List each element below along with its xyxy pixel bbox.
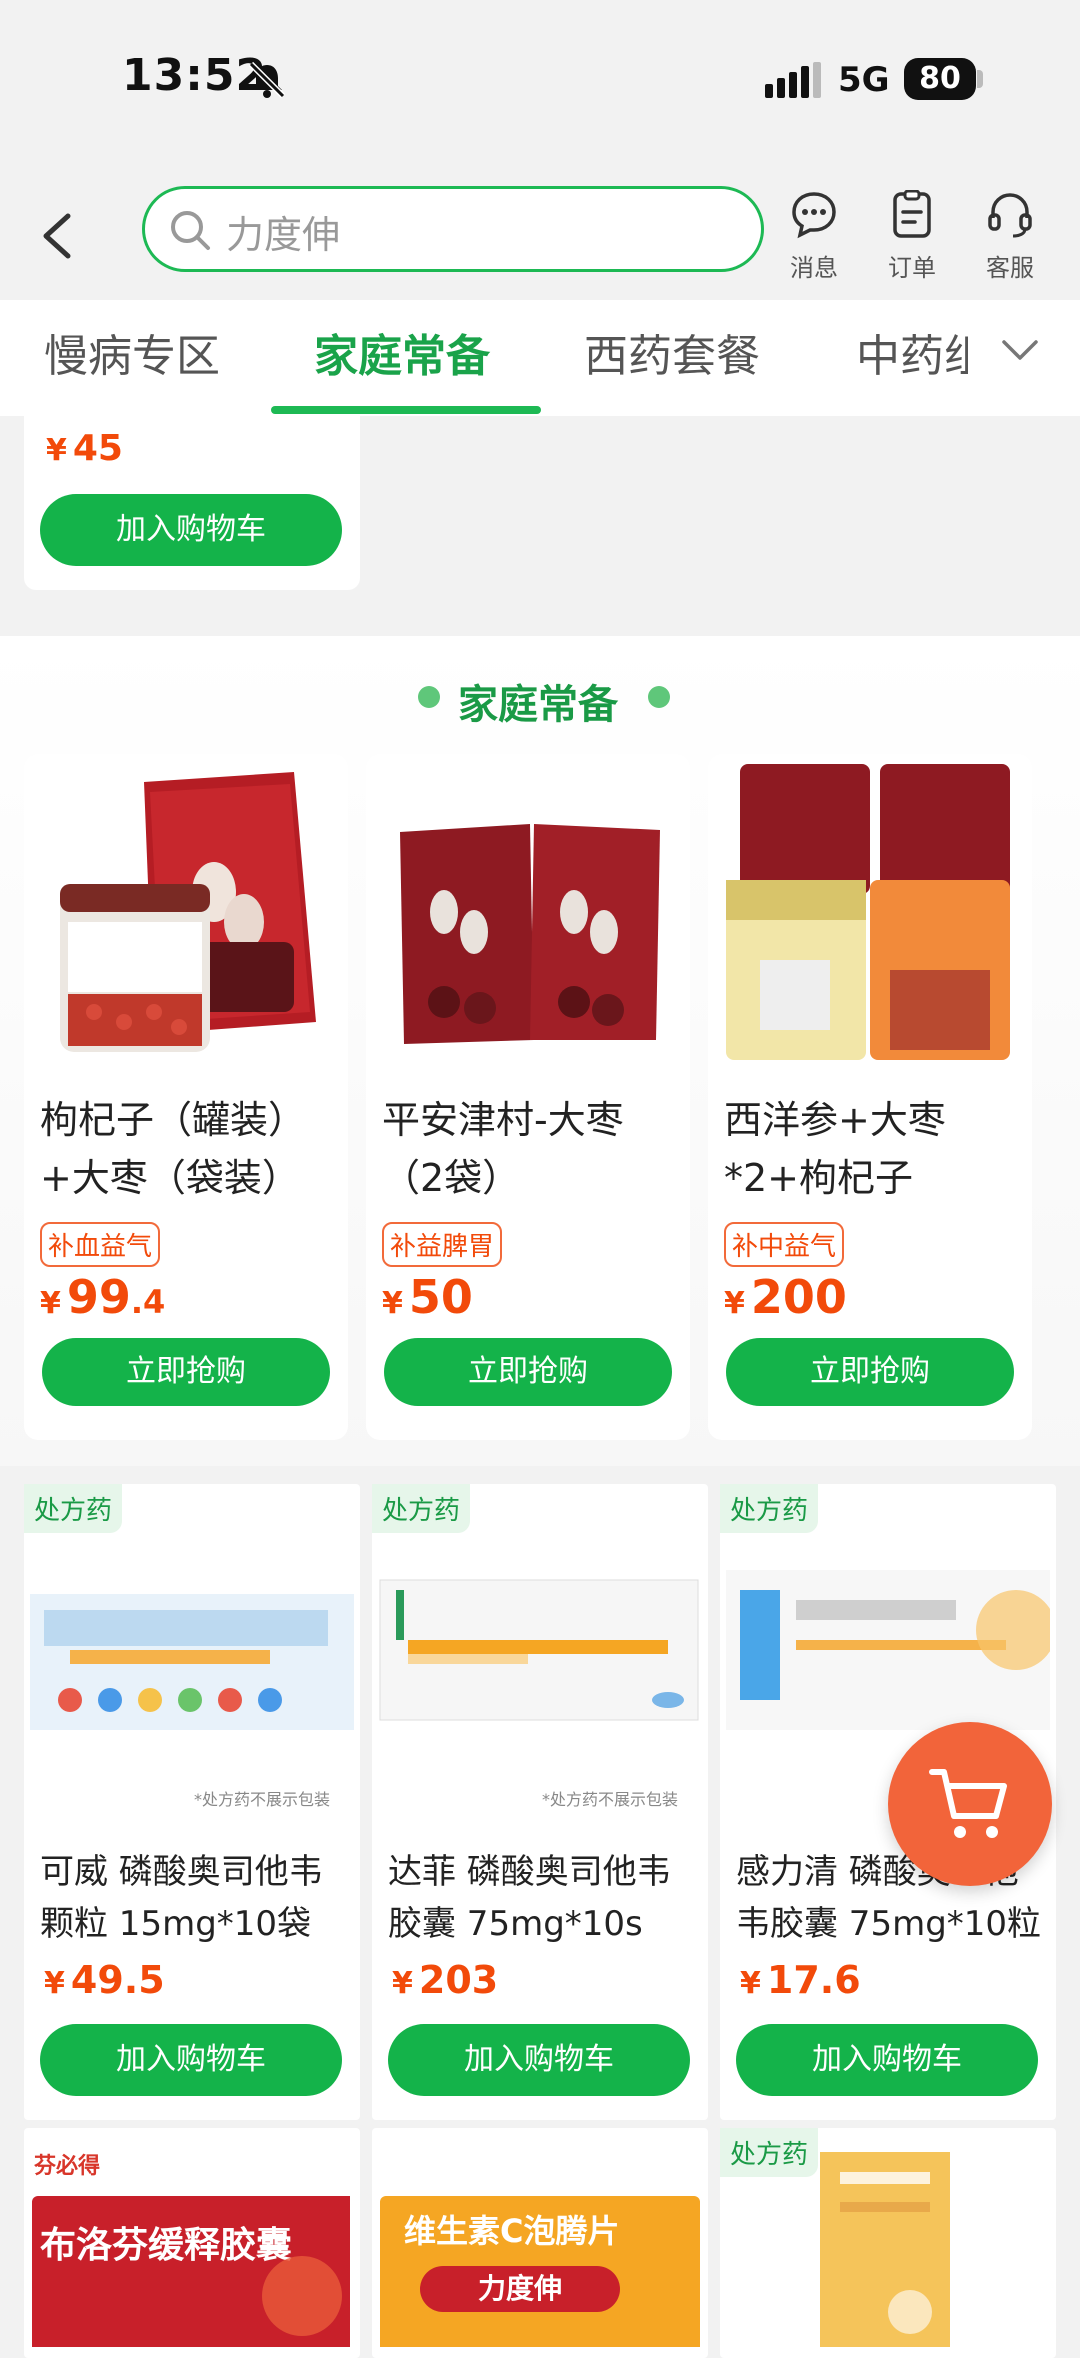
tamiflu-product-image xyxy=(379,1579,699,1721)
currency-symbol: ¥ xyxy=(44,1966,65,2001)
prescription-badge: 处方药 xyxy=(720,2128,819,2177)
ibuprofen-graphic xyxy=(262,2256,342,2336)
battery-level: 80 xyxy=(904,58,976,100)
product-name-line1: 可威 磷酸奥司他韦 xyxy=(40,1852,323,1892)
ibuprofen-product-image: 布洛芬缓释胶囊 xyxy=(32,2196,350,2347)
chevron-down-icon[interactable] xyxy=(1000,330,1040,370)
featured-title-line1: 平安津村-大枣 xyxy=(382,1098,624,1142)
tab-chinese-medicine[interactable]: 中药组 xyxy=(856,320,968,384)
kewei-product-image xyxy=(30,1554,354,1730)
order-list-icon xyxy=(893,189,931,238)
section-title: 家庭常备 xyxy=(458,682,618,728)
currency-symbol: ¥ xyxy=(392,1966,413,2001)
messages-button[interactable]: 消息 xyxy=(769,190,859,283)
currency-symbol: ¥ xyxy=(46,433,67,468)
signal-icon xyxy=(765,62,821,98)
service-label: 客服 xyxy=(986,254,1034,282)
add-to-cart-button[interactable]: 加入购物车 xyxy=(388,2024,690,2096)
tab-family-essentials[interactable]: 家庭常备 xyxy=(314,320,490,384)
buy-now-button[interactable]: 立即抢购 xyxy=(726,1338,1014,1406)
currency-symbol: ¥ xyxy=(40,1286,61,1321)
ibuprofen-brand: 芬必得 xyxy=(34,2154,101,2179)
price-value: 203 xyxy=(418,1958,499,2002)
featured-price: ¥99.4 xyxy=(40,1270,165,1324)
floating-cart-button[interactable] xyxy=(888,1722,1052,1886)
benefit-tag: 补益脾胃 xyxy=(382,1222,503,1267)
section-title-dot-right xyxy=(648,686,670,708)
buy-now-button[interactable]: 立即抢购 xyxy=(42,1338,330,1406)
prescription-badge: 处方药 xyxy=(720,1484,819,1533)
add-to-cart-button[interactable]: 加入购物车 xyxy=(40,494,342,566)
product-price: ¥45 xyxy=(46,428,123,469)
price-value: 45 xyxy=(72,428,123,469)
price-value: 17.6 xyxy=(766,1958,861,2002)
orders-label: 订单 xyxy=(888,254,936,282)
benefit-tag: 补中益气 xyxy=(724,1222,845,1267)
price-integer: 50 xyxy=(408,1270,473,1324)
product-price: ¥49.5 xyxy=(44,1958,165,2002)
price-integer: 200 xyxy=(750,1270,847,1324)
featured-price: ¥50 xyxy=(382,1270,473,1324)
vitamin-c-product-image: 维生素C泡腾片 力度伸 xyxy=(380,2196,700,2347)
network-type: 5G xyxy=(838,60,890,100)
prescription-badge: 处方药 xyxy=(372,1484,471,1533)
headset-icon xyxy=(988,193,1032,238)
benefit-tag: 补血益气 xyxy=(40,1222,161,1267)
vitamin-c-brand: 力度伸 xyxy=(420,2266,620,2312)
active-tab-indicator xyxy=(271,406,541,414)
tab-western-medicine-set[interactable]: 西药套餐 xyxy=(584,320,760,384)
status-time: 13:52 xyxy=(122,50,268,101)
featured-title-line2: （2袋） xyxy=(382,1156,521,1200)
currency-symbol: ¥ xyxy=(382,1286,403,1321)
bell-muted-icon xyxy=(248,61,286,99)
add-to-cart-button[interactable]: 加入购物车 xyxy=(40,2024,342,2096)
currency-symbol: ¥ xyxy=(740,1966,761,2001)
price-value: 49.5 xyxy=(70,1958,165,2002)
product-name-line1: 达菲 磷酸奥司他韦 xyxy=(388,1852,671,1892)
product-name-line2: 颗粒 15mg*10袋 xyxy=(40,1904,312,1944)
featured-title-line1: 枸杞子（罐装） xyxy=(40,1098,307,1142)
battery-tip xyxy=(977,70,983,88)
goji-jujube-product-image xyxy=(60,772,316,1052)
shopping-cart-icon xyxy=(929,1769,1007,1838)
section-title-dot-left xyxy=(418,686,440,708)
messages-label: 消息 xyxy=(790,254,838,282)
prescription-note: *处方药不展示包装 xyxy=(542,1790,679,1809)
featured-title-line2: *2+枸杞子 xyxy=(724,1156,914,1200)
chat-bubble-icon xyxy=(792,192,836,239)
currency-symbol: ¥ xyxy=(724,1286,745,1321)
product-name-line2: 胶囊 75mg*10s xyxy=(388,1904,643,1944)
product-price: ¥17.6 xyxy=(740,1958,861,2002)
search-placeholder: 力度伸 xyxy=(226,213,341,257)
vitamin-c-box-text: 维生素C泡腾片 xyxy=(404,2212,620,2250)
product-price: ¥203 xyxy=(392,1958,498,2002)
ganliqing-product-image xyxy=(726,1570,1050,1730)
buy-now-button[interactable]: 立即抢购 xyxy=(384,1338,672,1406)
prescription-badge: 处方药 xyxy=(24,1484,123,1533)
back-arrow-icon[interactable] xyxy=(38,212,74,260)
jujube-product-image xyxy=(400,824,660,1044)
prescription-note: *处方药不展示包装 xyxy=(194,1790,331,1809)
customer-service-button[interactable]: 客服 xyxy=(965,190,1055,283)
ibuprofen-box-text: 布洛芬缓释胶囊 xyxy=(40,2225,293,2266)
search-icon xyxy=(171,211,210,250)
featured-title-line1: 西洋参+大枣 xyxy=(724,1098,946,1142)
granules-product-image xyxy=(820,2152,950,2347)
featured-title-line2: +大枣（袋装） xyxy=(40,1156,300,1200)
product-name-line2: 韦胶囊 75mg*10粒 xyxy=(736,1904,1042,1944)
price-decimal: .4 xyxy=(130,1283,166,1321)
tab-chronic-disease[interactable]: 慢病专区 xyxy=(44,320,220,384)
add-to-cart-button[interactable]: 加入购物车 xyxy=(736,2024,1038,2096)
orders-button[interactable]: 订单 xyxy=(867,189,957,283)
featured-price: ¥200 xyxy=(724,1270,847,1324)
ginseng-set-product-image xyxy=(726,764,1010,1060)
price-integer: 99 xyxy=(66,1270,131,1324)
